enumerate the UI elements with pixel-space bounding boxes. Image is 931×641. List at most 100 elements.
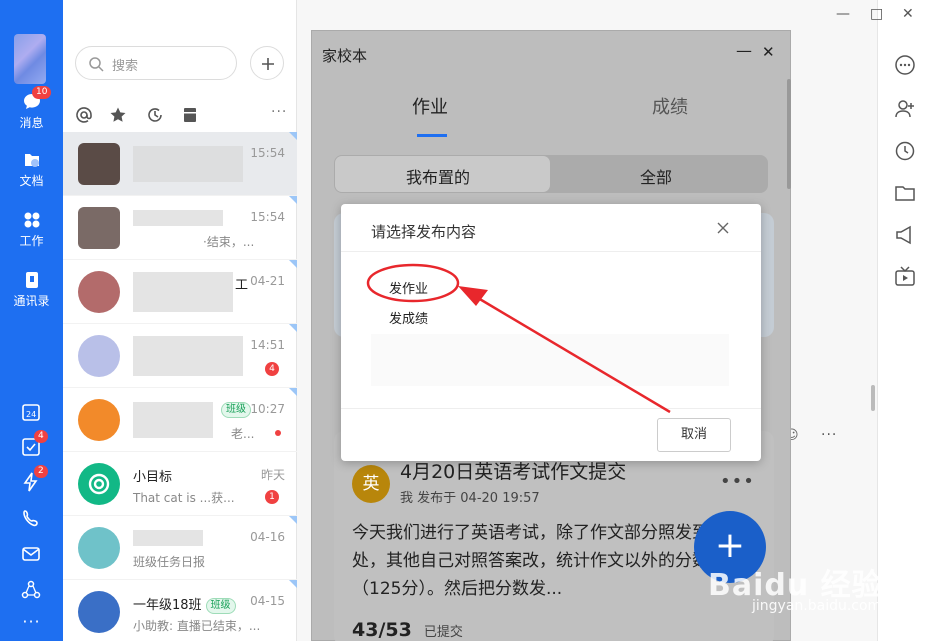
unread-corner xyxy=(289,260,297,268)
share-network-icon[interactable] xyxy=(21,580,41,600)
session-name: 一年级18班 班级 xyxy=(133,594,236,614)
active-tab-indicator xyxy=(417,134,447,137)
toolbar-more-icon[interactable]: ··· xyxy=(821,427,837,443)
search-box[interactable]: 搜索 xyxy=(75,46,237,80)
grid-icon xyxy=(24,212,39,228)
homework-meta: 我 发布于 04-20 19:57 xyxy=(400,491,540,506)
close-icon[interactable]: ✕ xyxy=(762,43,775,61)
rail-item-docs[interactable]: 文档 xyxy=(0,150,63,189)
session-message: 小助教: 直播已结束，... xyxy=(133,619,261,633)
blurred-content xyxy=(133,530,203,546)
megaphone-icon[interactable] xyxy=(894,224,916,246)
card-more-icon[interactable]: ••• xyxy=(720,471,755,492)
chat-scrollbar[interactable] xyxy=(871,385,875,411)
tv-live-icon[interactable] xyxy=(894,266,916,288)
rail-label: 工作 xyxy=(19,234,44,248)
tab-homework[interactable]: 作业 xyxy=(412,93,448,119)
at-mention-icon[interactable] xyxy=(75,106,93,124)
mail-icon[interactable] xyxy=(21,544,41,564)
blurred-content xyxy=(133,402,213,438)
session-row[interactable]: 工 04-21 xyxy=(63,260,297,324)
unread-corner xyxy=(289,324,297,332)
subject-badge: 英 xyxy=(352,465,390,503)
option-publish-grades[interactable]: 发成绩 xyxy=(389,308,428,327)
task-badge: 4 xyxy=(34,430,48,443)
dialog-header: 请选择发布内容 xyxy=(341,204,761,252)
unread-corner xyxy=(289,132,297,140)
segment-all[interactable]: 全部 xyxy=(640,164,672,188)
session-message: ·结束，... xyxy=(203,235,255,249)
window-title: 家校本 xyxy=(322,47,368,65)
right-toolbar xyxy=(877,0,931,641)
add-member-icon[interactable] xyxy=(894,98,916,120)
avatar xyxy=(78,527,120,569)
unread-corner xyxy=(289,580,297,588)
blurred-content xyxy=(133,336,243,376)
minimize-icon[interactable]: — xyxy=(736,41,752,60)
submission-stat: 43/53 已提交 xyxy=(352,619,463,641)
rail-more-icon[interactable]: ··· xyxy=(0,612,63,631)
message-badge: 10 xyxy=(32,86,52,99)
history-icon[interactable] xyxy=(146,106,164,124)
rail-item-contacts[interactable]: 通讯录 xyxy=(0,270,63,309)
session-message: 老... xyxy=(231,427,255,441)
session-name: 班级 xyxy=(217,402,251,418)
session-time: 昨天 xyxy=(260,468,285,482)
cloud-folder-icon xyxy=(24,154,39,167)
add-button[interactable] xyxy=(250,46,284,80)
session-list-panel: 搜索 ··· 15:54 ·结束，... 15:54 工 04-21 14:51… xyxy=(63,0,297,641)
avatar xyxy=(78,143,120,185)
session-time: 04-15 xyxy=(250,594,285,608)
avatar xyxy=(78,271,120,313)
rail-label: 文档 xyxy=(19,174,44,188)
session-time: 15:54 xyxy=(250,146,285,160)
session-row[interactable]: 14:51 4 xyxy=(63,324,297,388)
session-row[interactable]: 15:54 xyxy=(63,132,297,196)
session-row[interactable]: 小目标 That cat is ...获... 昨天 1 xyxy=(63,452,297,516)
dialog-title: 请选择发布内容 xyxy=(371,223,477,241)
calendar-icon[interactable]: 24 xyxy=(21,402,41,422)
rail-item-work[interactable]: 工作 xyxy=(0,210,63,249)
session-time: 04-16 xyxy=(250,530,285,544)
rail-label: 消息 xyxy=(19,116,44,130)
session-row[interactable]: 班级 老... 10:27 xyxy=(63,388,297,452)
search-icon xyxy=(89,57,104,72)
more-options-icon[interactable] xyxy=(894,54,916,76)
window-scrollbar[interactable] xyxy=(787,79,791,189)
close-icon[interactable] xyxy=(715,220,731,236)
option-publish-homework[interactable]: 发作业 xyxy=(389,278,428,297)
plus-icon xyxy=(262,58,274,70)
folder-icon[interactable] xyxy=(894,182,916,204)
folder-avatar-icon xyxy=(78,399,120,441)
left-rail: 消息 10 文档 工作 通讯录 24 4 2 ··· xyxy=(0,0,63,641)
maximize-icon[interactable]: □ xyxy=(870,6,883,22)
segment-mine[interactable]: 我布置的 xyxy=(406,164,470,188)
filter-more-icon[interactable]: ··· xyxy=(271,104,287,120)
flash-badge: 2 xyxy=(34,465,48,478)
phone-video-icon[interactable] xyxy=(21,508,41,528)
option-placeholder xyxy=(371,334,729,386)
blurred-content xyxy=(133,272,233,312)
tab-grades[interactable]: 成绩 xyxy=(652,93,688,119)
session-name: 工 xyxy=(235,278,249,293)
session-row[interactable]: 班级任务日报 04-16 xyxy=(63,516,297,580)
rail-item-messages[interactable]: 消息 xyxy=(0,92,63,131)
star-icon[interactable] xyxy=(109,106,127,124)
clock-icon[interactable] xyxy=(894,140,916,162)
watermark-url: jingyan.baidu.com xyxy=(752,598,882,614)
session-message: 班级任务日报 xyxy=(133,555,206,569)
user-avatar[interactable] xyxy=(14,34,46,84)
session-time: 14:51 xyxy=(250,338,285,352)
session-row[interactable]: 一年级18班 班级 小助教: 直播已结束，... 04-15 xyxy=(63,580,297,641)
minimize-icon[interactable]: — xyxy=(836,6,850,22)
cancel-button[interactable]: 取消 xyxy=(657,418,731,452)
session-row[interactable]: ·结束，... 15:54 xyxy=(63,196,297,260)
session-message: That cat is ...获... xyxy=(133,491,235,505)
contacts-book-icon xyxy=(25,272,38,288)
publish-dialog: 请选择发布内容 发作业 发成绩 取消 xyxy=(341,204,761,461)
blurred-content xyxy=(133,146,243,182)
class-tag: 班级 xyxy=(205,598,236,614)
archive-icon[interactable] xyxy=(181,106,199,124)
close-window-icon[interactable]: ✕ xyxy=(902,6,914,22)
rail-label: 通讯录 xyxy=(13,294,50,308)
